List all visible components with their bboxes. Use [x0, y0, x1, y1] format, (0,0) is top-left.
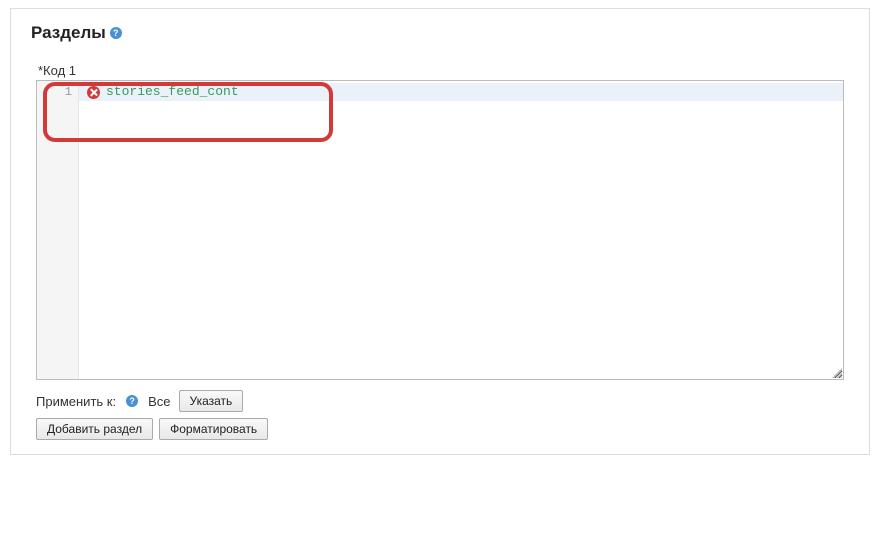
add-section-button[interactable]: Добавить раздел: [36, 418, 153, 440]
specify-button[interactable]: Указать: [179, 390, 244, 412]
code-section-label: *Код 1: [38, 63, 844, 78]
help-icon[interactable]: ?: [126, 395, 138, 407]
apply-all-text: Все: [148, 394, 170, 409]
format-button[interactable]: Форматировать: [159, 418, 268, 440]
code-section: *Код 1 1 stories_feed_cont: [36, 63, 844, 380]
action-buttons: Добавить раздел Форматировать: [36, 418, 844, 440]
code-text: stories_feed_cont: [106, 83, 239, 101]
help-icon[interactable]: ?: [110, 27, 122, 39]
code-content[interactable]: stories_feed_cont: [79, 81, 843, 379]
page-title: Разделы: [31, 23, 106, 43]
apply-to-row: Применить к: ? Все Указать: [36, 390, 844, 412]
error-icon[interactable]: [87, 86, 100, 99]
resize-handle[interactable]: [832, 368, 842, 378]
panel-header: Разделы ?: [11, 9, 869, 53]
code-line[interactable]: stories_feed_cont: [79, 83, 843, 101]
code-gutter: 1: [37, 81, 79, 379]
line-number: 1: [37, 83, 78, 101]
sections-panel: Разделы ? *Код 1 1 stories_feed_cont При…: [10, 8, 870, 455]
apply-to-label: Применить к:: [36, 394, 116, 409]
code-editor[interactable]: 1 stories_feed_cont: [36, 80, 844, 380]
